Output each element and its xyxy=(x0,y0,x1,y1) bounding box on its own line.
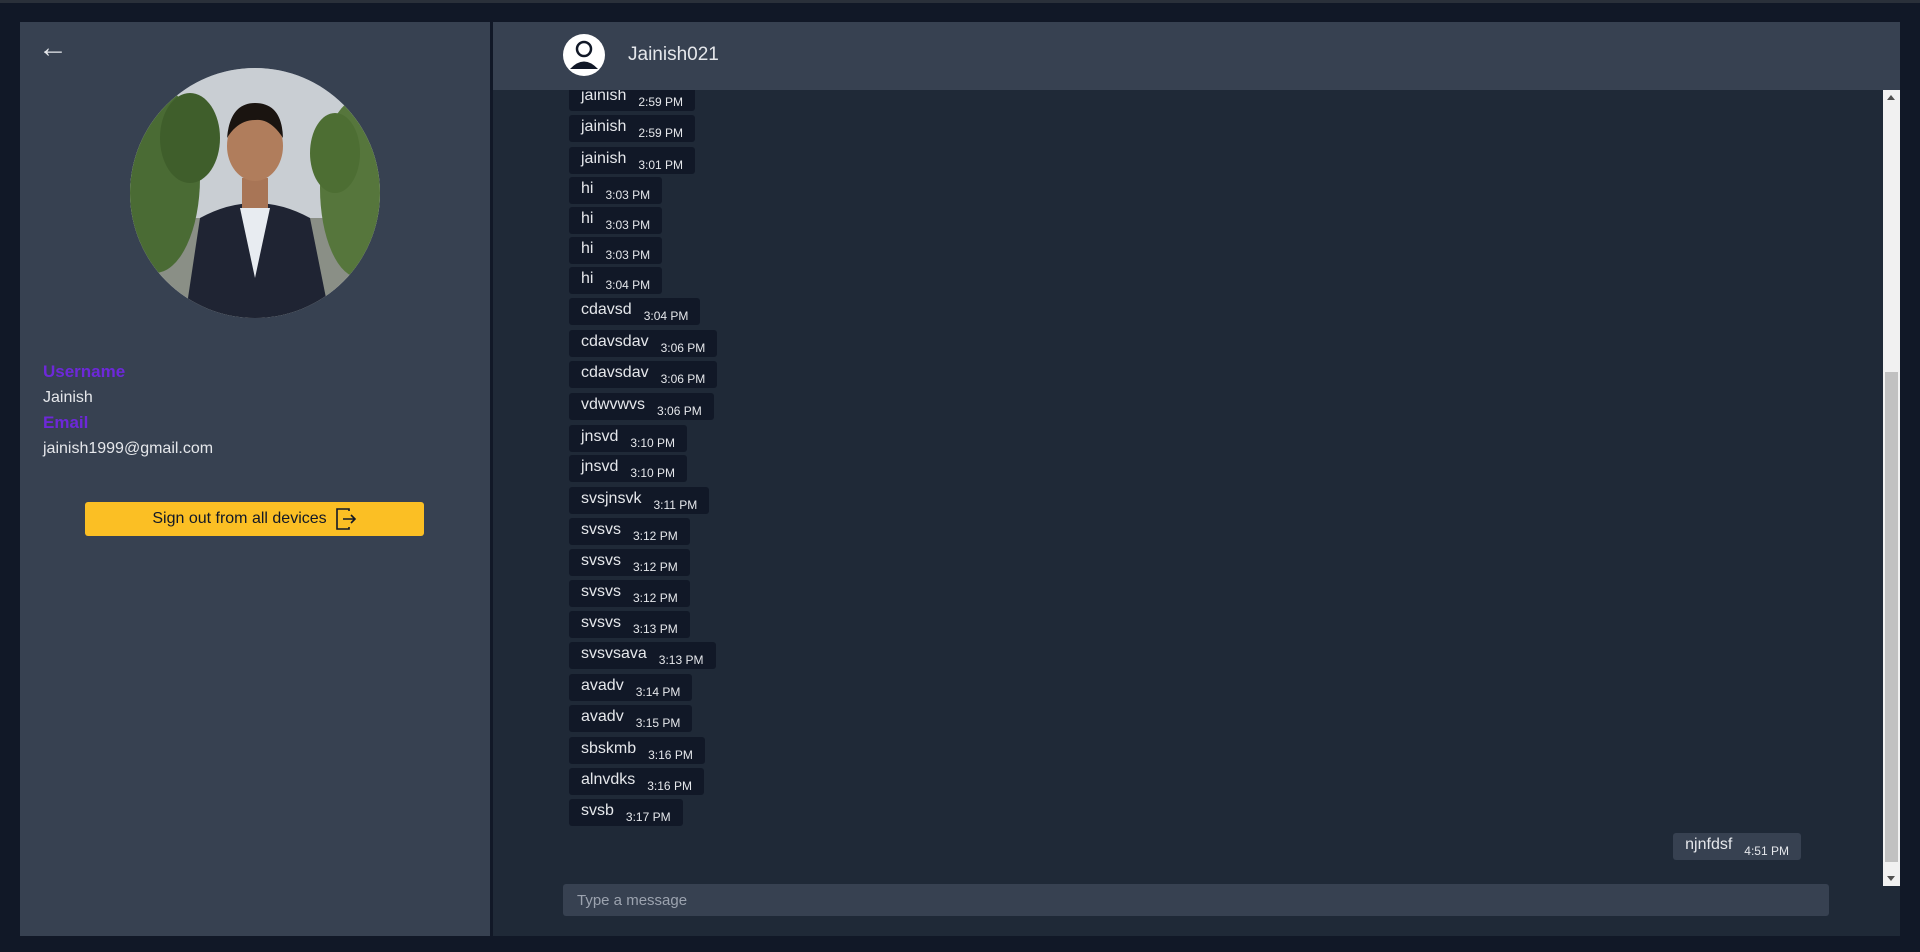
message-time: 3:03 PM xyxy=(605,248,651,262)
chat-panel: Jainish021 jainish 2:59 PM jainish 2:59 PM j… xyxy=(493,22,1900,936)
message-time: 3:16 PM xyxy=(648,748,693,762)
message-text: cdavsdav xyxy=(581,364,649,381)
sign-out-icon xyxy=(335,508,356,530)
email-label: Email xyxy=(43,413,89,432)
received-message: svsvs 3:12 PM xyxy=(569,580,690,607)
received-message: sbskmb 3:16 PM xyxy=(569,737,705,764)
message-time: 3:11 PM xyxy=(653,498,698,512)
message-time: 3:01 PM xyxy=(638,158,684,172)
message-scrollbar[interactable] xyxy=(1883,90,1900,886)
profile-panel: ← Username Jainish Email jainish1999@gma… xyxy=(20,22,490,936)
username-value: Jainish xyxy=(43,389,93,406)
message-time: 3:16 PM xyxy=(647,779,692,793)
message-time: 3:03 PM xyxy=(605,188,651,202)
message-text: hi xyxy=(581,240,594,257)
username-label: Username xyxy=(43,362,126,381)
received-message: svsjnsvk 3:11 PM xyxy=(569,487,710,514)
message-time: 3:13 PM xyxy=(658,653,704,667)
received-message: jainish 2:59 PM xyxy=(569,115,696,142)
message-text: svsb xyxy=(581,802,614,819)
received-message: alnvdks 3:16 PM xyxy=(569,768,704,795)
received-message: svsb 3:17 PM xyxy=(569,799,683,826)
message-time: 3:10 PM xyxy=(630,466,676,480)
profile-photo xyxy=(130,68,380,318)
message-text: avadv xyxy=(581,708,624,725)
message-text: alnvdks xyxy=(581,771,636,788)
received-message: hi 3:03 PM xyxy=(569,237,663,264)
received-message: svsvs 3:12 PM xyxy=(569,549,690,576)
received-message: cdavsd 3:04 PM xyxy=(569,298,701,325)
message-text: jainish xyxy=(581,118,627,135)
chat-header: Jainish021 xyxy=(493,22,1900,90)
message-text: hi xyxy=(581,270,594,287)
message-time: 3:04 PM xyxy=(605,278,651,292)
message-text: svsvs xyxy=(581,583,621,600)
message-time: 3:06 PM xyxy=(660,372,706,386)
received-message: vdwvwvs 3:06 PM xyxy=(569,393,714,420)
received-message: avadv 3:14 PM xyxy=(569,674,693,701)
email-value: jainish1999@gmail.com xyxy=(43,440,214,457)
received-message: avadv 3:15 PM xyxy=(569,705,693,732)
message-time: 3:10 PM xyxy=(630,436,676,450)
message-text: jainish xyxy=(581,150,627,167)
message-input[interactable] xyxy=(563,884,1829,916)
message-text: jainish xyxy=(581,90,627,104)
received-message: jainish 3:01 PM xyxy=(569,147,696,174)
message-text: svsvs xyxy=(581,614,621,631)
signout-all-devices-button[interactable]: Sign out from all devices xyxy=(85,502,424,536)
message-text: hi xyxy=(581,180,594,197)
message-text: svsvs xyxy=(581,521,621,538)
message-time: 3:06 PM xyxy=(657,404,702,418)
received-message: svsvsava 3:13 PM xyxy=(569,642,716,669)
received-message: cdavsdav 3:06 PM xyxy=(569,361,718,388)
scrollbar-thumb[interactable] xyxy=(1885,372,1898,862)
received-message: hi 3:03 PM xyxy=(569,177,663,204)
message-time: 3:12 PM xyxy=(633,591,678,605)
message-text: avadv xyxy=(581,677,624,694)
message-time: 3:12 PM xyxy=(633,529,678,543)
received-message: jainish 2:59 PM xyxy=(569,90,696,111)
message-time: 3:13 PM xyxy=(633,622,678,636)
chat-contact-name: Jainish021 xyxy=(628,44,719,65)
received-message: jnsvd 3:10 PM xyxy=(569,425,688,452)
message-time: 2:59 PM xyxy=(638,95,684,109)
message-list: jainish 2:59 PM jainish 2:59 PM jainish 3:01 … xyxy=(493,90,1883,880)
message-time: 3:14 PM xyxy=(635,685,681,699)
message-text: svsjnsvk xyxy=(581,490,642,507)
signout-button-label: Sign out from all devices xyxy=(152,510,327,527)
received-message: jnsvd 3:10 PM xyxy=(569,455,688,482)
scroll-up-icon[interactable] xyxy=(1887,95,1895,100)
message-time: 3:12 PM xyxy=(633,560,678,574)
message-time: 3:17 PM xyxy=(625,810,671,824)
message-text: cdavsd xyxy=(581,301,632,318)
message-text: svsvsava xyxy=(581,645,647,662)
message-time: 2:59 PM xyxy=(638,126,684,140)
message-time: 4:51 PM xyxy=(1744,844,1789,858)
user-avatar-icon[interactable] xyxy=(563,34,605,76)
received-message: cdavsdav 3:06 PM xyxy=(569,330,718,357)
message-text: jnsvd xyxy=(581,428,619,445)
message-text: njnfdsf xyxy=(1685,836,1733,853)
message-text: sbskmb xyxy=(581,740,637,757)
message-text: cdavsdav xyxy=(581,333,649,350)
back-arrow-icon[interactable]: ← xyxy=(38,33,70,63)
received-message: hi 3:04 PM xyxy=(569,267,663,294)
message-text: vdwvwvs xyxy=(581,396,646,413)
sent-message: njnfdsf 4:51 PM xyxy=(1673,833,1801,860)
window-top-strip xyxy=(0,0,1920,3)
message-time: 3:03 PM xyxy=(605,218,651,232)
received-message: svsvs 3:13 PM xyxy=(569,611,690,638)
message-text: svsvs xyxy=(581,552,621,569)
message-text: jnsvd xyxy=(581,458,619,475)
message-time: 3:06 PM xyxy=(660,341,706,355)
received-message: svsvs 3:12 PM xyxy=(569,518,690,545)
message-time: 3:15 PM xyxy=(635,716,681,730)
received-message: hi 3:03 PM xyxy=(569,207,663,234)
message-time: 3:04 PM xyxy=(643,309,689,323)
message-text: hi xyxy=(581,210,594,227)
profile-info: Username Jainish Email jainish1999@gmail… xyxy=(43,360,463,462)
scroll-down-icon[interactable] xyxy=(1887,876,1895,881)
